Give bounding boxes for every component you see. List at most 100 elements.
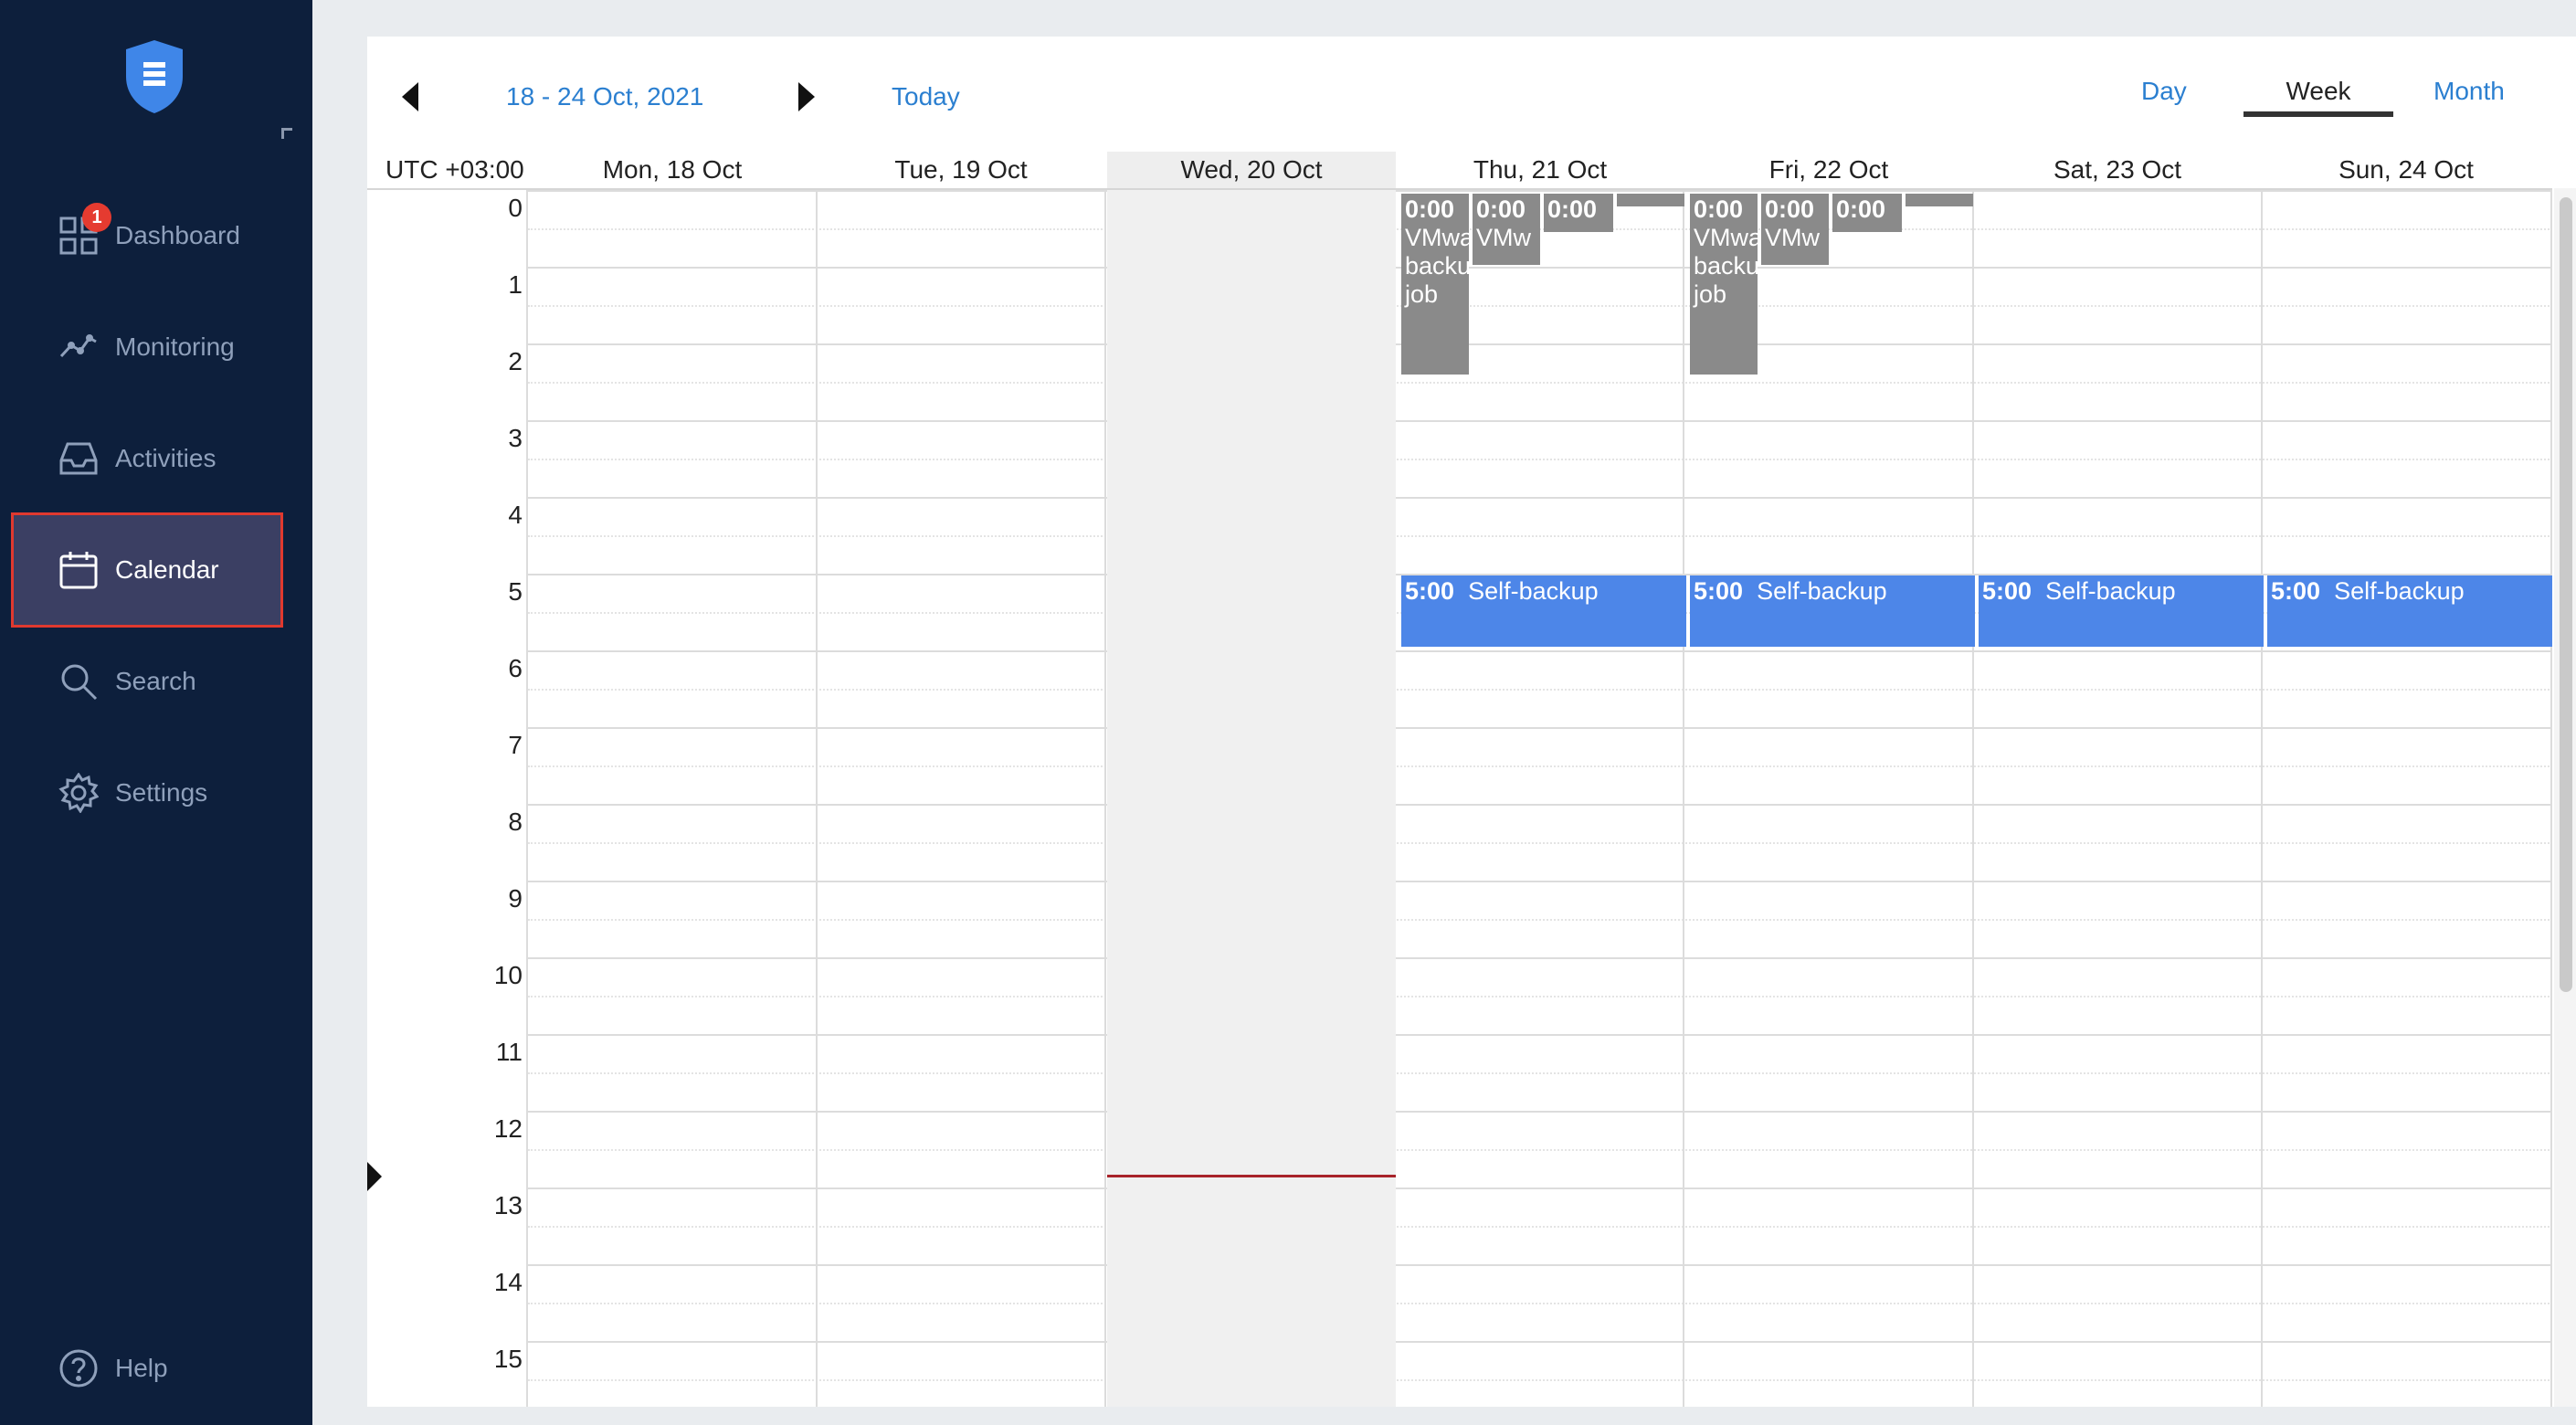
half-hour-line <box>528 1149 2552 1151</box>
half-hour-line <box>528 1226 2552 1228</box>
hour-line <box>528 727 2552 729</box>
half-hour-line <box>528 765 2552 767</box>
hour-label: 4 <box>508 501 523 529</box>
event-vmware-backup-job[interactable]: 0:00 <box>1832 194 1902 232</box>
hour-line <box>528 1034 2552 1036</box>
sidebar: Dashboard 1 Monitoring Activities Calend… <box>0 0 312 1425</box>
event-title: Self-backup <box>2045 577 2176 605</box>
hour-label: 6 <box>508 654 523 682</box>
gear-icon <box>58 773 99 813</box>
sidebar-item-label: Help <box>115 1354 168 1382</box>
event-vmware-backup-job[interactable] <box>1617 194 1684 206</box>
event-time: 0:00 <box>1405 195 1455 223</box>
day-header-sat[interactable]: Sat, 23 Oct <box>1973 152 2262 188</box>
event-title: Self-backup <box>1757 577 1887 605</box>
sidebar-item-dashboard[interactable]: Dashboard <box>0 179 312 292</box>
hour-label: 8 <box>508 808 523 836</box>
event-title: Self-backup <box>2334 577 2465 605</box>
day-header-mon[interactable]: Mon, 18 Oct <box>528 152 817 188</box>
half-hour-line <box>528 228 2552 230</box>
event-time: 0:00 <box>1765 195 1815 223</box>
event-self-backup[interactable]: 5:00 Self-backup <box>1690 575 1975 647</box>
event-time: 0:00 <box>1694 195 1744 223</box>
sidebar-item-settings[interactable]: Settings <box>0 736 312 850</box>
week-grid[interactable]: 0:00 VMware backup job 0:00 VMw 0:00 0:0… <box>367 188 2552 1407</box>
hour-line <box>528 190 2552 192</box>
sidebar-item-search[interactable]: Search <box>0 625 312 738</box>
hour-line <box>528 881 2552 882</box>
event-time: 5:00 <box>1982 577 2032 605</box>
hour-line <box>528 1341 2552 1343</box>
search-icon <box>61 664 98 701</box>
date-range-label[interactable]: 18 - 24 Oct, 2021 <box>506 82 703 111</box>
hour-line <box>528 1264 2552 1266</box>
hour-line <box>528 957 2552 959</box>
calendar-scrollbar[interactable] <box>2554 188 2576 1407</box>
collapse-sidebar-icon[interactable] <box>281 128 292 139</box>
hour-label: 1 <box>508 270 523 299</box>
event-vmware-backup-job[interactable]: 0:00 VMw <box>1473 194 1540 265</box>
hour-label: 5 <box>508 577 523 606</box>
today-button[interactable]: Today <box>892 82 960 111</box>
event-time: 5:00 <box>2271 577 2321 605</box>
view-month-button[interactable]: Month <box>2433 77 2505 106</box>
event-vmware-backup-job[interactable] <box>1906 194 1973 206</box>
day-header-sun[interactable]: Sun, 24 Oct <box>2262 152 2550 188</box>
half-hour-line <box>528 689 2552 691</box>
sidebar-item-label: Search <box>115 667 196 695</box>
day-header-thu[interactable]: Thu, 21 Oct <box>1396 152 1684 188</box>
sidebar-item-calendar[interactable]: Calendar <box>11 512 283 628</box>
day-header-wed[interactable]: Wed, 20 Oct <box>1107 152 1396 188</box>
scrollbar-thumb[interactable] <box>2560 197 2572 992</box>
sidebar-item-label: Activities <box>115 444 216 472</box>
hour-line <box>528 1111 2552 1113</box>
sidebar-item-help[interactable]: Help <box>0 1312 312 1425</box>
previous-week-button[interactable] <box>402 82 418 111</box>
view-week-button[interactable]: Week <box>2243 77 2393 117</box>
event-time: 0:00 <box>1836 195 1886 223</box>
view-day-button[interactable]: Day <box>2141 77 2187 106</box>
event-vmware-backup-job[interactable]: 0:00 VMware backup job <box>1690 194 1758 375</box>
hour-label: 0 <box>508 194 523 222</box>
event-time: 0:00 <box>1547 195 1598 223</box>
event-title: VMw <box>1476 224 1531 251</box>
activities-inbox-icon <box>59 442 98 475</box>
half-hour-line <box>528 919 2552 921</box>
event-vmware-backup-job[interactable]: 0:00 <box>1544 194 1613 232</box>
notification-badge: 1 <box>82 203 111 232</box>
half-hour-line <box>528 1303 2552 1304</box>
event-self-backup[interactable]: 5:00 Self-backup <box>2267 575 2552 647</box>
day-column-divider <box>526 190 528 1407</box>
hour-line <box>528 804 2552 806</box>
day-column-divider <box>2261 190 2263 1407</box>
hour-label: 15 <box>493 1345 523 1373</box>
event-vmware-backup-job[interactable]: 0:00 VMw <box>1761 194 1829 265</box>
hour-line <box>528 420 2552 422</box>
day-header-fri[interactable]: Fri, 22 Oct <box>1684 152 1973 188</box>
hour-line <box>528 1188 2552 1189</box>
sidebar-item-label: Settings <box>115 778 208 807</box>
next-week-button[interactable] <box>798 82 815 111</box>
current-time-line <box>1107 1175 1396 1177</box>
event-vmware-backup-job[interactable]: 0:00 VMware backup job <box>1401 194 1469 375</box>
hour-line <box>528 650 2552 652</box>
sidebar-item-label: Calendar <box>115 555 219 584</box>
event-self-backup[interactable]: 5:00 Self-backup <box>1401 575 1686 647</box>
event-self-backup[interactable]: 5:00 Self-backup <box>1979 575 2264 647</box>
day-header-tue[interactable]: Tue, 19 Oct <box>817 152 1105 188</box>
hour-label: 3 <box>508 424 523 452</box>
sidebar-item-label: Dashboard <box>115 221 240 249</box>
event-time: 5:00 <box>1694 577 1744 605</box>
sidebar-item-activities[interactable]: Activities <box>0 402 312 515</box>
shield-logo-icon[interactable] <box>124 38 185 115</box>
half-hour-line <box>528 1379 2552 1381</box>
half-hour-line <box>528 459 2552 460</box>
event-time: 5:00 <box>1405 577 1455 605</box>
hour-label: 9 <box>508 884 523 913</box>
sidebar-item-monitoring[interactable]: Monitoring <box>0 290 312 404</box>
hour-label: 10 <box>493 961 523 989</box>
calendar-icon <box>59 552 98 589</box>
hour-line <box>528 343 2552 345</box>
hour-line <box>528 267 2552 269</box>
hour-label: 12 <box>493 1114 523 1143</box>
